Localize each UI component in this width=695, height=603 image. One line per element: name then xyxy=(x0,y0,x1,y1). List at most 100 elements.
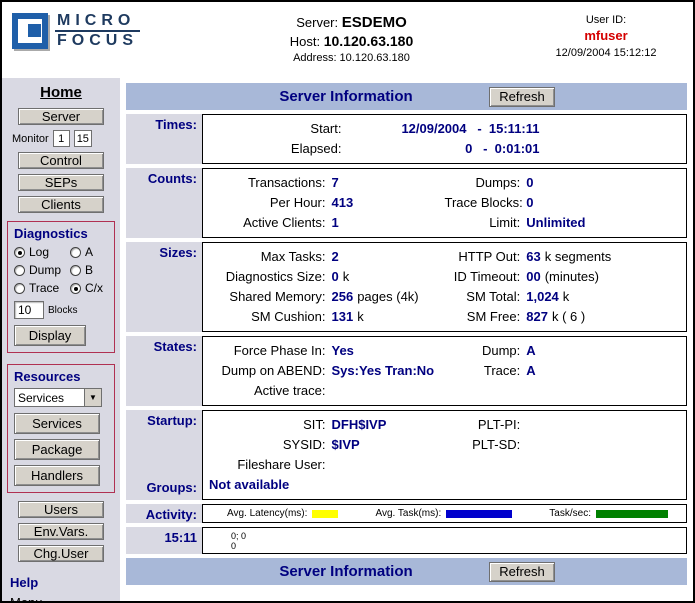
field-suffix: pages (4k) xyxy=(357,289,418,304)
info-line: SYSID: $IVP PLT-SD: xyxy=(207,435,682,455)
info-line: Fileshare User: xyxy=(207,455,682,475)
sizes-row: Sizes: Max Tasks: 2 HTTP Out: 63k segmen… xyxy=(126,242,687,332)
field-label: ID Timeout: xyxy=(445,267,526,287)
field-label: Max Tasks: xyxy=(207,247,331,267)
row-label-sizes: Sizes: xyxy=(126,242,202,332)
page-header: MICRO FOCUS Server: ESDEMO Host: 10.120.… xyxy=(2,2,693,78)
ticker-row: 15:11 0; 0 0 xyxy=(126,527,687,554)
field-label: Transactions: xyxy=(207,173,331,193)
resources-title: Resources xyxy=(14,369,110,384)
field-label: PLT-PI: xyxy=(445,415,526,435)
control-button[interactable]: Control xyxy=(18,152,104,169)
task-sec-bar-label: Task/sec: xyxy=(549,508,591,519)
monitor-row: Monitor 1 15 xyxy=(2,130,92,147)
blocks-input[interactable] xyxy=(14,301,44,319)
radio-a[interactable]: A xyxy=(70,245,110,259)
blocks-label: Blocks xyxy=(48,305,77,316)
field-value: 7 xyxy=(332,175,339,190)
field-label: Dump on ABEND: xyxy=(207,361,331,381)
app-window: MICRO FOCUS Server: ESDEMO Host: 10.120.… xyxy=(0,0,695,603)
radio-trace[interactable]: Trace xyxy=(14,281,70,295)
radio-icon xyxy=(70,265,81,276)
monitor-count-box[interactable]: 15 xyxy=(74,130,92,147)
radio-cx[interactable]: C/x xyxy=(70,281,110,295)
microfocus-logo: MICRO FOCUS xyxy=(12,12,172,50)
diagnostics-group: Diagnostics Log A Dump xyxy=(7,221,115,353)
info-line: Active Clients: 1 Limit: Unlimited xyxy=(207,213,682,233)
row-label-activity: Activity: xyxy=(126,504,202,523)
radio-label: Trace xyxy=(29,281,59,295)
field-label: SM Cushion: xyxy=(207,307,331,327)
counts-row: Counts: Transactions: 7 Dumps: 0 Per Hou… xyxy=(126,168,687,238)
resources-group: Resources Services ▼ Services Package Ha… xyxy=(7,364,115,493)
field-label: Active trace: xyxy=(207,381,331,401)
field-label xyxy=(445,381,526,401)
field-label: Trace Blocks: xyxy=(445,193,526,213)
env-vars-button[interactable]: Env.Vars. xyxy=(18,523,104,540)
info-line: Force Phase In: Yes Dump: A xyxy=(207,341,682,361)
startup-row: Startup: Groups: SIT: DFH$IVP PLT-PI: SY… xyxy=(126,410,687,500)
field-label: Elapsed: xyxy=(207,139,350,159)
bottom-title-bar: Server Information Refresh xyxy=(126,558,687,585)
radio-label: C/x xyxy=(85,281,103,295)
row-label-time: 15:11 xyxy=(126,527,202,554)
ticker-line: 0 xyxy=(231,541,686,551)
field-suffix: k xyxy=(563,289,570,304)
field-suffix: (minutes) xyxy=(545,269,599,284)
activity-panel: Avg. Latency(ms): Avg. Task(ms): Task/se… xyxy=(202,504,687,523)
field-value: 1,024 xyxy=(526,289,559,304)
server-label: Server: xyxy=(296,15,338,30)
radio-icon xyxy=(14,283,25,294)
field-value: 63 xyxy=(526,249,540,264)
counts-panel: Transactions: 7 Dumps: 0 Per Hour: 413 T… xyxy=(202,168,687,238)
handlers-button[interactable]: Handlers xyxy=(14,465,100,486)
field-label: SM Total: xyxy=(445,287,526,307)
sizes-panel: Max Tasks: 2 HTTP Out: 63k segments Diag… xyxy=(202,242,687,332)
field-value: 0 xyxy=(526,175,533,190)
field-value: 00 xyxy=(526,269,540,284)
groups-value: Not available xyxy=(209,477,289,492)
field-value: A xyxy=(526,343,535,358)
info-line: Transactions: 7 Dumps: 0 xyxy=(207,173,682,193)
main-content: Server Information Refresh Times: Start:… xyxy=(120,78,693,601)
server-button[interactable]: Server xyxy=(18,108,104,125)
page-body: Home Server Monitor 1 15 Control SEPs Cl… xyxy=(2,78,693,601)
states-row: States: Force Phase In: Yes Dump: A Dump… xyxy=(126,336,687,406)
info-line: Active trace: xyxy=(207,381,682,401)
field-label: HTTP Out: xyxy=(445,247,526,267)
chg-user-button[interactable]: Chg.User xyxy=(18,545,104,562)
package-button[interactable]: Package xyxy=(14,439,100,460)
row-label-groups: Groups: xyxy=(126,480,197,495)
info-line: Per Hour: 413 Trace Blocks: 0 xyxy=(207,193,682,213)
radio-label: B xyxy=(85,263,93,277)
refresh-button-top[interactable]: Refresh xyxy=(489,87,555,107)
radio-icon xyxy=(14,247,25,258)
info-line: SIT: DFH$IVP PLT-PI: xyxy=(207,415,682,435)
menu-link[interactable]: Menu xyxy=(10,595,43,603)
field-value: 1 xyxy=(332,215,339,230)
radio-dump[interactable]: Dump xyxy=(14,263,70,277)
task-sec-bar xyxy=(596,510,668,518)
display-button[interactable]: Display xyxy=(14,325,86,346)
field-value: Sys:Yes Tran:No xyxy=(332,363,435,378)
seps-button[interactable]: SEPs xyxy=(18,174,104,191)
field-value: Yes xyxy=(332,343,354,358)
help-label: Help xyxy=(10,575,43,590)
clients-button[interactable]: Clients xyxy=(18,196,104,213)
resources-select[interactable]: Services ▼ xyxy=(14,388,102,407)
radio-log[interactable]: Log xyxy=(14,245,70,259)
field-label: SM Free: xyxy=(445,307,526,327)
monitor-interval-box[interactable]: 1 xyxy=(53,130,70,147)
diagnostics-radio-grid: Log A Dump B xyxy=(14,245,110,295)
page-title: Server Information xyxy=(246,88,446,105)
latency-bar xyxy=(312,510,338,518)
radio-b[interactable]: B xyxy=(70,263,110,277)
home-link[interactable]: Home xyxy=(40,84,82,101)
server-identity: Server: ESDEMO Host: 10.120.63.180 Addre… xyxy=(172,12,531,64)
field-suffix: k ( 6 ) xyxy=(552,309,585,324)
services-button[interactable]: Services xyxy=(14,413,100,434)
users-button[interactable]: Users xyxy=(18,501,104,518)
field-suffix: k xyxy=(357,309,364,324)
user-info: User ID: mfuser 12/09/2004 15:12:12 xyxy=(531,12,681,59)
refresh-button-bottom[interactable]: Refresh xyxy=(489,562,555,582)
